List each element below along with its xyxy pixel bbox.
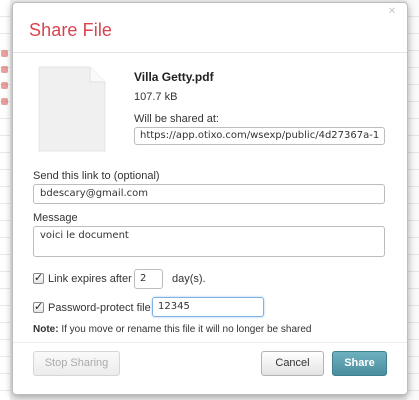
- share-url-field[interactable]: https://app.otixo.com/wsexp/public/4d273…: [134, 127, 385, 145]
- email-field[interactable]: bdescary@gmail.com: [33, 184, 385, 204]
- password-label: Password-protect file: [48, 302, 151, 314]
- shared-at-label: Will be shared at:: [134, 113, 219, 125]
- document-icon: [38, 66, 106, 152]
- close-icon[interactable]: ✕: [387, 7, 397, 17]
- note-prefix: Note:: [33, 324, 59, 335]
- share-file-dialog: Share File ✕ Villa Getty.pdf 107.7 kB Wi…: [12, 2, 408, 395]
- stop-sharing-button[interactable]: Stop Sharing: [33, 351, 120, 376]
- password-checkbox[interactable]: [33, 300, 44, 313]
- message-textarea[interactable]: voici le document: [33, 226, 385, 257]
- file-size: 107.7 kB: [134, 91, 178, 103]
- footer-divider: [13, 342, 407, 343]
- expires-checkbox[interactable]: [33, 271, 44, 284]
- file-list-strip: [0, 0, 10, 400]
- share-button[interactable]: Share: [332, 351, 387, 376]
- send-link-label: Send this link to (optional): [33, 170, 160, 182]
- dialog-title: Share File: [29, 20, 113, 40]
- cancel-button[interactable]: Cancel: [261, 351, 324, 376]
- file-list-strip-right: [407, 0, 419, 400]
- note-body: If you move or rename this file it will …: [58, 324, 312, 335]
- days-unit-label: day(s).: [172, 273, 206, 285]
- expires-days-input[interactable]: 2: [134, 269, 163, 289]
- note-text: Note: If you move or rename this file it…: [33, 324, 311, 335]
- file-name: Villa Getty.pdf: [134, 70, 214, 84]
- password-input[interactable]: 12345: [152, 297, 264, 317]
- message-label: Message: [33, 212, 78, 224]
- expires-label: Link expires after: [48, 273, 132, 285]
- dialog-header: Share File ✕: [13, 3, 407, 53]
